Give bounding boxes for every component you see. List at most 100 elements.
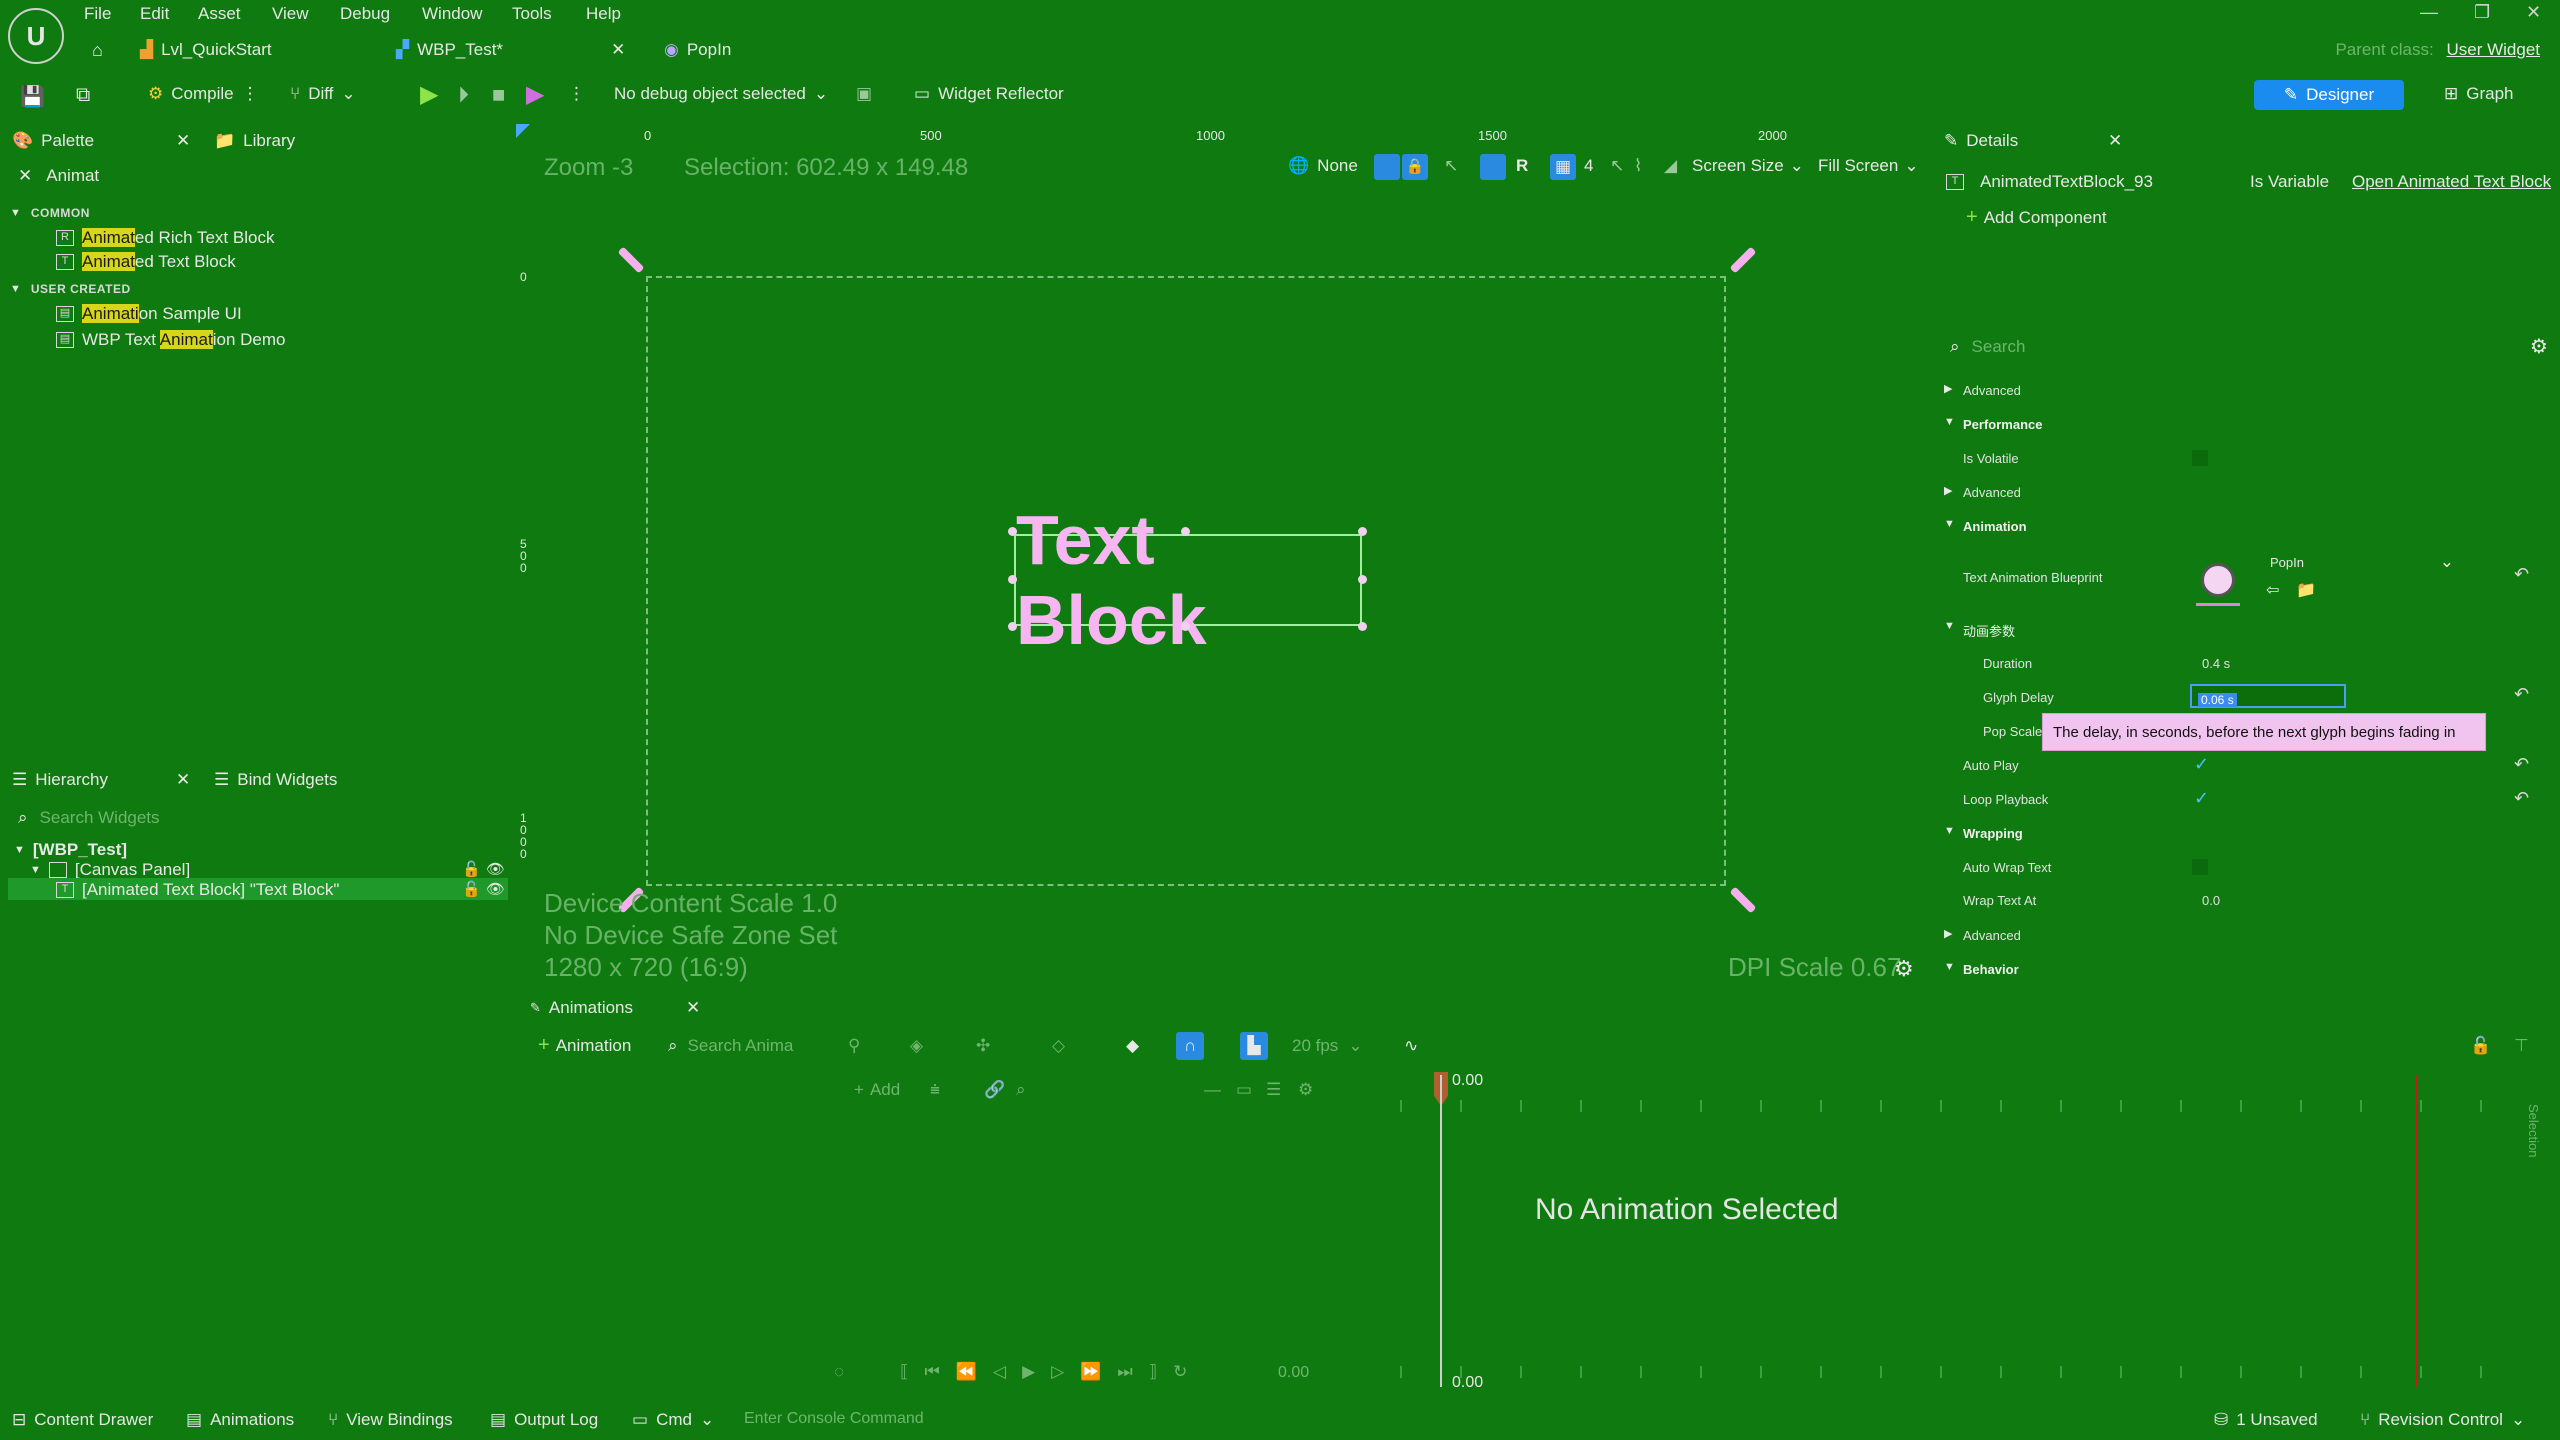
draw-icon[interactable]: ◢	[1664, 156, 1677, 176]
tree-root-wbp-test[interactable]: ▼ [WBP_Test]	[14, 840, 127, 860]
palette-item-animated-rich-text-block[interactable]: R Animated Rich Text Block	[56, 228, 274, 248]
play-icon[interactable]: ▶	[420, 80, 438, 109]
zoom-out-icon[interactable]: —	[1204, 1080, 1221, 1100]
timeline-ruler-bottom[interactable]	[1342, 1366, 2518, 1378]
view-bindings-button[interactable]: ⑂ View Bindings	[328, 1410, 453, 1430]
diff-button[interactable]: ⑂ Diff ⌄	[290, 84, 356, 104]
auto-play-checkbox[interactable]: ✓	[2194, 754, 2209, 775]
palette-item-wbp-text-animation-demo[interactable]: ▤ WBP Text Animation Demo	[56, 330, 285, 350]
animations-drawer-button[interactable]: ▤ Animations	[186, 1410, 294, 1430]
keyframe-icon[interactable]: ◇	[1052, 1036, 1065, 1056]
grid-icon[interactable]: ▦	[1550, 154, 1576, 180]
lock-icon[interactable]: 🔓	[462, 860, 481, 878]
unsaved-button[interactable]: ⛁ 1 Unsaved	[2214, 1410, 2318, 1430]
lock-layout-icon[interactable]: 🔒	[1402, 154, 1428, 180]
tab-widget-blueprint[interactable]: ▞ WBP_Test* ✕	[396, 40, 625, 60]
category-advanced[interactable]: Advanced	[1963, 383, 2021, 398]
fill-screen-dropdown[interactable]: Fill Screen ⌄	[1818, 156, 1919, 176]
restore-icon[interactable]: ❐	[2474, 2, 2490, 23]
category-advanced[interactable]: Advanced	[1963, 485, 2021, 500]
stop-icon[interactable]: ■	[492, 82, 505, 108]
canvas-resize-handle-br[interactable]	[1729, 886, 1757, 914]
selection-handle[interactable]	[1008, 622, 1017, 631]
selection-side-tab[interactable]: Selection	[2526, 1104, 2541, 1157]
console-input[interactable]: Enter Console Command	[732, 1410, 1102, 1432]
category-performance[interactable]: Performance	[1963, 417, 2042, 432]
palette-item-animated-text-block[interactable]: T Animated Text Block	[56, 252, 236, 272]
respect-locks-icon[interactable]	[1480, 154, 1506, 180]
select-arrow-icon[interactable]: ↖	[1444, 156, 1458, 176]
close-palette-icon[interactable]: ✕	[176, 131, 190, 151]
add-component-button[interactable]: + Add Component	[1966, 206, 2107, 229]
widget-reflector-button[interactable]: ▭ Widget Reflector	[914, 84, 1064, 104]
menu-tools[interactable]: Tools	[512, 4, 552, 24]
eye-icon[interactable]: 👁	[486, 860, 505, 878]
reset-to-default-icon[interactable]: ↶	[2514, 564, 2529, 585]
selection-handle[interactable]	[1008, 527, 1017, 536]
category-animation[interactable]: Animation	[1963, 519, 2027, 534]
cmd-dropdown[interactable]: ▭ Cmd ⌄	[632, 1410, 714, 1430]
component-name-field[interactable]: AnimatedTextBlock_93	[1980, 172, 2153, 192]
glyph-delay-input[interactable]: 0.06 s	[2190, 684, 2346, 708]
chevron-down-icon[interactable]: ▼	[1944, 518, 1955, 530]
minimize-icon[interactable]: —	[2420, 2, 2438, 23]
go-to-start-icon[interactable]: ⏮	[925, 1362, 940, 1382]
more-options-icon[interactable]: ⋮	[568, 84, 585, 104]
palette-item-animation-sample-ui[interactable]: ▤ Animation Sample UI	[56, 304, 242, 324]
playback-end-marker[interactable]	[2416, 1075, 2418, 1387]
tab-hierarchy[interactable]: ☰ Hierarchy	[12, 770, 108, 790]
tab-library[interactable]: 📁 Library	[214, 131, 295, 151]
curve-icon[interactable]: ∿	[1404, 1036, 1418, 1056]
parent-class-link[interactable]: User Widget	[2446, 40, 2540, 59]
asset-thumbnail[interactable]	[2196, 556, 2240, 606]
category-wrapping[interactable]: Wrapping	[1963, 826, 2023, 841]
canvas-resize-handle-tr[interactable]	[1729, 246, 1757, 274]
close-details-icon[interactable]: ✕	[2108, 131, 2122, 151]
layout-toggle-icon[interactable]	[1374, 154, 1400, 180]
category-common[interactable]: ▼ COMMON	[10, 206, 90, 220]
menu-edit[interactable]: Edit	[140, 4, 169, 24]
chevron-right-icon[interactable]: ▶	[1944, 927, 1952, 940]
settings-gear-icon[interactable]: ⚙	[1298, 1080, 1313, 1100]
jump-start-icon[interactable]: ⟦	[900, 1362, 908, 1382]
prev-frame-icon[interactable]: ◁	[993, 1362, 1006, 1382]
tab-animations[interactable]: ✎ Animations	[530, 998, 633, 1018]
reset-to-default-icon[interactable]: ↶	[2514, 754, 2529, 775]
playhead-line[interactable]	[1440, 1075, 1442, 1387]
menu-window[interactable]: Window	[422, 4, 482, 24]
hierarchy-search-input[interactable]: Search Widgets	[40, 808, 160, 828]
tree-item-animated-text-block[interactable]: T [Animated Text Block] "Text Block"	[56, 880, 339, 900]
close-tab-icon[interactable]: ✕	[611, 40, 625, 60]
palette-search-input[interactable]: Animat	[46, 166, 99, 186]
menu-asset[interactable]: Asset	[198, 4, 241, 24]
animation-search[interactable]: ⌕ Search Anima	[668, 1034, 812, 1058]
save-icon[interactable]: 💾	[20, 84, 45, 109]
settings-gear-icon[interactable]: ⚙	[2530, 334, 2548, 359]
content-drawer-button[interactable]: ⊟ Content Drawer	[12, 1410, 153, 1430]
close-animations-icon[interactable]: ✕	[686, 998, 700, 1018]
go-to-end-icon[interactable]: ⏭	[1117, 1362, 1132, 1382]
simulate-icon[interactable]: ▶	[526, 80, 544, 109]
keyframe-filled-icon[interactable]: ◆	[1126, 1036, 1139, 1056]
category-advanced[interactable]: Advanced	[1963, 928, 2021, 943]
pointer-icon[interactable]: ↖	[1610, 156, 1624, 176]
selection-handle[interactable]	[1181, 622, 1190, 631]
graph-button[interactable]: ⊞ Graph	[2444, 84, 2514, 104]
localization-preview[interactable]: 🌐 None	[1288, 156, 1358, 176]
animation-search-input[interactable]: Search Anima	[688, 1036, 794, 1056]
output-log-button[interactable]: ▤ Output Log	[490, 1410, 598, 1430]
tab-level[interactable]: ▟ Lvl_QuickStart	[140, 40, 272, 60]
tab-details[interactable]: ✎ Details	[1944, 131, 2018, 151]
chevron-down-icon[interactable]: ▼	[1944, 825, 1955, 837]
play-icon[interactable]: ▶	[1022, 1362, 1035, 1382]
details-search[interactable]: ⌕ Search	[1950, 334, 2516, 360]
category-animation-params[interactable]: 动画参数	[1963, 621, 2015, 640]
chevron-right-icon[interactable]: ▶	[1944, 484, 1952, 497]
loop-icon[interactable]: ↻	[1173, 1362, 1187, 1382]
timeline-ruler[interactable]	[1342, 1100, 2518, 1112]
tab-palette[interactable]: 🎨 Palette	[12, 131, 94, 151]
menu-debug[interactable]: Debug	[340, 4, 390, 24]
close-window-icon[interactable]: ✕	[2526, 2, 2541, 23]
link-icon[interactable]: 🔗	[984, 1080, 1005, 1100]
record-icon[interactable]: ◌	[834, 1362, 844, 1382]
